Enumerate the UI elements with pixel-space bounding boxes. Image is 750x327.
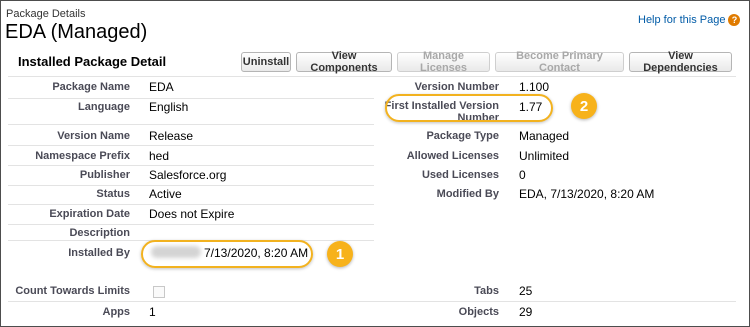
field-label-package-name: Package Name	[52, 81, 130, 93]
field-value-modified-by: EDA, 7/13/2020, 8:20 AM	[519, 187, 655, 201]
field-value-package-name: EDA	[149, 80, 174, 94]
divider	[8, 185, 374, 186]
uninstall-button[interactable]: Uninstall	[241, 52, 291, 72]
breadcrumb: Package Details	[6, 8, 86, 20]
field-label-publisher: Publisher	[79, 169, 130, 181]
field-label-description: Description	[69, 227, 130, 239]
field-label-package-type: Package Type	[426, 130, 499, 142]
field-value-expiration-date: Does not Expire	[149, 207, 235, 221]
field-value-language: English	[149, 100, 189, 114]
page-title: EDA (Managed)	[5, 21, 148, 43]
field-label-count-towards-limits: Count Towards Limits	[15, 285, 130, 297]
divider	[8, 301, 736, 302]
field-label-objects: Objects	[458, 306, 499, 318]
help-link-label[interactable]: Help for this Page	[638, 14, 725, 26]
field-value-version-name: Release	[149, 129, 194, 143]
view-dependencies-button[interactable]: View Dependencies	[629, 50, 732, 74]
divider	[8, 204, 374, 205]
callout-badge-one: 1	[327, 241, 353, 267]
help-icon[interactable]: ?	[728, 14, 741, 26]
field-value-namespace-prefix: hed	[149, 149, 170, 163]
field-label-allowed-licenses: Allowed Licenses	[406, 150, 499, 162]
field-value-allowed-licenses: Unlimited	[519, 149, 570, 163]
manage-licenses-button: Manage Licenses	[397, 50, 490, 74]
field-label-language: Language	[78, 101, 130, 113]
field-label-expiration-date: Expiration Date	[49, 208, 130, 220]
become-primary-contact-button: Become Primary Contact	[495, 50, 624, 74]
section-title: Installed Package Detail	[18, 54, 167, 69]
divider	[8, 98, 374, 99]
field-label-installed-by: Installed By	[68, 247, 130, 259]
field-value-status: Active	[149, 187, 182, 201]
field-value-objects: 29	[519, 305, 533, 319]
field-value-tabs: 25	[519, 284, 533, 298]
field-value-publisher: Salesforce.org	[149, 168, 227, 182]
field-label-namespace-prefix: Namespace Prefix	[35, 150, 130, 162]
divider	[8, 145, 374, 146]
help-link[interactable]: Help for this Page ?	[638, 14, 741, 26]
field-label-tabs: Tabs	[474, 285, 499, 297]
field-label-modified-by: Modified By	[436, 188, 499, 200]
divider	[8, 224, 374, 225]
callout-badge-two: 2	[571, 93, 597, 119]
divider	[8, 165, 374, 166]
field-label-status: Status	[96, 188, 130, 200]
callout-highlight-first-installed-version	[385, 94, 553, 122]
divider	[8, 124, 374, 125]
divider	[8, 76, 736, 77]
field-value-version-number: 1.100	[519, 80, 550, 94]
field-label-version-name: Version Name	[57, 130, 130, 142]
field-label-version-number: Version Number	[414, 81, 499, 93]
callout-highlight-installed-by	[141, 240, 313, 268]
view-components-button[interactable]: View Components	[296, 50, 392, 74]
field-value-apps: 1	[149, 305, 156, 319]
field-label-apps: Apps	[102, 306, 131, 318]
field-value-used-licenses: 0	[519, 168, 526, 182]
field-label-used-licenses: Used Licenses	[421, 169, 499, 181]
field-value-package-type: Managed	[519, 129, 570, 143]
count-towards-limits-checkbox	[153, 286, 165, 298]
